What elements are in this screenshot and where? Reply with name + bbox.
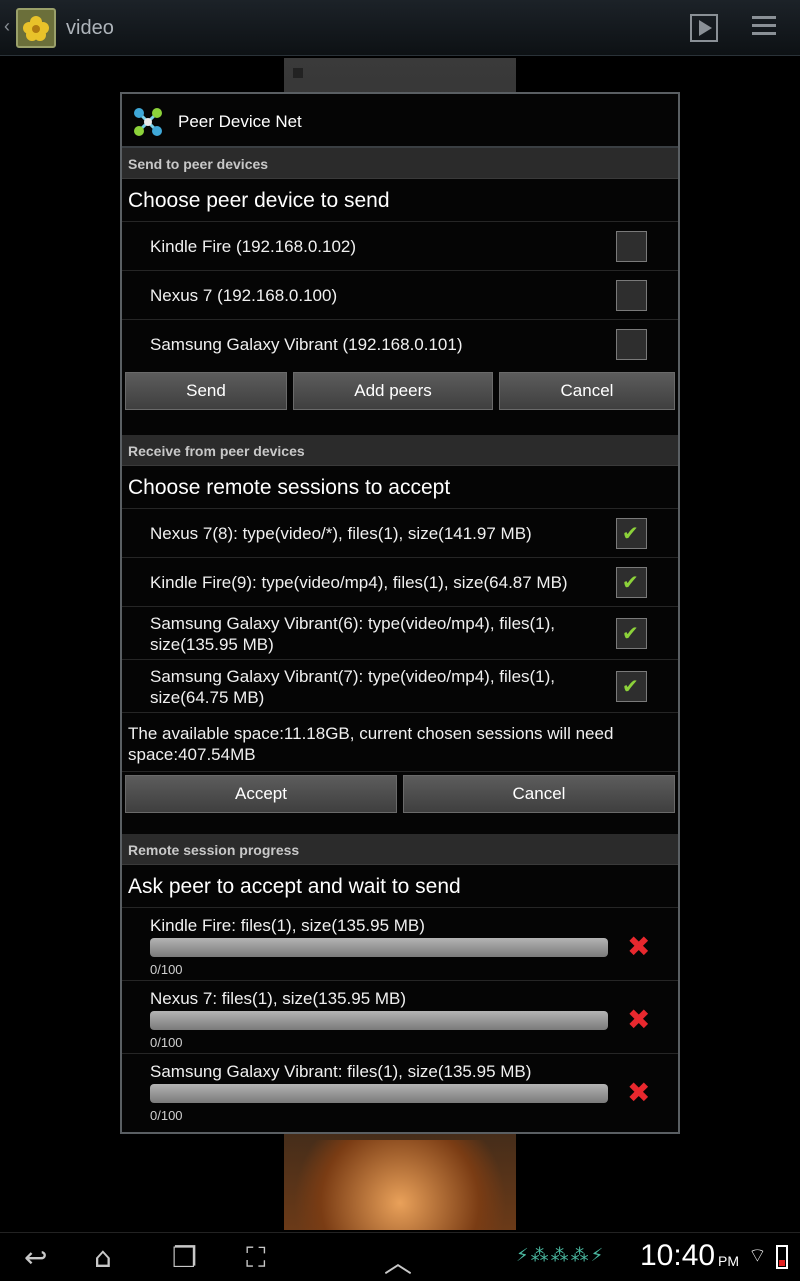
accept-button[interactable]: Accept	[125, 775, 397, 813]
nav-recent-apps-icon[interactable]: ❐	[172, 1241, 197, 1274]
nav-back-icon[interactable]: ↩	[24, 1241, 47, 1274]
session-label: Kindle Fire(9): type(video/mp4), files(1…	[150, 573, 568, 592]
session-row[interactable]: Samsung Galaxy Vibrant(7): type(video/mp…	[122, 660, 678, 713]
peer-device-label: Kindle Fire (192.168.0.102)	[150, 237, 357, 256]
action-bar-title: video	[66, 17, 114, 39]
receive-cancel-button[interactable]: Cancel	[403, 775, 675, 813]
flower-icon	[23, 16, 49, 41]
send-button[interactable]: Send	[125, 372, 287, 410]
progress-section-header: Remote session progress	[122, 834, 678, 865]
nav-up-caret-icon[interactable]: ︿	[384, 1241, 412, 1281]
peer-device-label: Nexus 7 (192.168.0.100)	[150, 286, 338, 305]
peer-device-row[interactable]: Nexus 7 (192.168.0.100)	[122, 271, 678, 320]
peer-device-checkbox[interactable]	[616, 280, 647, 311]
session-label: Samsung Galaxy Vibrant(7): type(video/mp…	[150, 667, 556, 707]
send-button-row: Send Add peers Cancel	[122, 369, 678, 419]
peer-device-net-dialog: Peer Device Net Send to peer devices Cho…	[120, 92, 680, 1134]
progress-item-label: Nexus 7: files(1), size(135.95 MB)	[150, 989, 407, 1008]
dialog-title: Peer Device Net	[178, 112, 302, 131]
progress-bar	[150, 1011, 608, 1030]
peer-device-checkbox[interactable]	[616, 231, 647, 262]
session-checkbox[interactable]	[616, 671, 647, 702]
notification-icons[interactable]: ⚡⁂⁂⁂⚡	[516, 1245, 605, 1266]
accept-button-row: Accept Cancel	[122, 772, 678, 820]
session-label: Nexus 7(8): type(video/*), files(1), siz…	[150, 524, 532, 543]
progress-count: 0/100	[150, 962, 183, 977]
system-bar: ↩ ⌂ ❐ ⛶ ︿ ⚡⁂⁂⁂⚡ 10:40 PM ⌔	[0, 1232, 800, 1280]
cancel-x-icon[interactable]: ✖	[627, 930, 650, 963]
action-bar: ‹ video	[0, 0, 800, 56]
peer-device-checkbox[interactable]	[616, 329, 647, 360]
send-section-header: Send to peer devices	[122, 148, 678, 179]
cancel-x-icon[interactable]: ✖	[627, 1003, 650, 1036]
dialog-header: Peer Device Net	[122, 94, 678, 148]
session-checkbox[interactable]	[616, 518, 647, 549]
clock-ampm: PM	[718, 1253, 739, 1269]
progress-count: 0/100	[150, 1035, 183, 1050]
progress-count: 0/100	[150, 1108, 183, 1123]
slideshow-play-icon[interactable]	[690, 14, 718, 42]
receive-prompt: Choose remote sessions to accept	[122, 466, 678, 509]
nav-home-icon[interactable]: ⌂	[94, 1241, 112, 1274]
stop-icon	[293, 68, 303, 78]
session-checkbox[interactable]	[616, 567, 647, 598]
wifi-icon: ⌔	[748, 1243, 767, 1267]
screenshot-icon[interactable]: ⛶	[246, 1241, 266, 1275]
session-row[interactable]: Kindle Fire(9): type(video/mp4), files(1…	[122, 558, 678, 607]
gallery-app-icon[interactable]	[16, 8, 56, 48]
session-label: Samsung Galaxy Vibrant(6): type(video/mp…	[150, 614, 556, 654]
send-prompt: Choose peer device to send	[122, 179, 678, 222]
progress-item: Nexus 7: files(1), size(135.95 MB) 0/100…	[122, 981, 678, 1054]
peer-device-label: Samsung Galaxy Vibrant (192.168.0.101)	[150, 335, 463, 354]
progress-prompt: Ask peer to accept and wait to send	[122, 865, 678, 908]
cancel-x-icon[interactable]: ✖	[627, 1076, 650, 1109]
session-row[interactable]: Samsung Galaxy Vibrant(6): type(video/mp…	[122, 607, 678, 660]
network-nodes-icon	[134, 108, 162, 136]
back-caret-icon[interactable]: ‹	[4, 16, 10, 37]
receive-section-header: Receive from peer devices	[122, 435, 678, 466]
progress-item: Kindle Fire: files(1), size(135.95 MB) 0…	[122, 908, 678, 981]
progress-item-label: Samsung Galaxy Vibrant: files(1), size(1…	[150, 1062, 532, 1081]
add-peers-button[interactable]: Add peers	[293, 372, 493, 410]
clock[interactable]: 10:40	[640, 1239, 715, 1273]
progress-bar	[150, 1084, 608, 1103]
available-space-text: The available space:11.18GB, current cho…	[122, 713, 678, 772]
progress-item: Samsung Galaxy Vibrant: files(1), size(1…	[122, 1054, 678, 1127]
overflow-menu-icon[interactable]	[752, 16, 782, 42]
peer-device-row[interactable]: Kindle Fire (192.168.0.102)	[122, 222, 678, 271]
peer-device-row[interactable]: Samsung Galaxy Vibrant (192.168.0.101)	[122, 320, 678, 369]
session-checkbox[interactable]	[616, 618, 647, 649]
progress-bar	[150, 938, 608, 957]
session-row[interactable]: Nexus 7(8): type(video/*), files(1), siz…	[122, 509, 678, 558]
progress-item-label: Kindle Fire: files(1), size(135.95 MB)	[150, 916, 425, 935]
battery-icon	[776, 1245, 788, 1269]
send-cancel-button[interactable]: Cancel	[499, 372, 675, 410]
